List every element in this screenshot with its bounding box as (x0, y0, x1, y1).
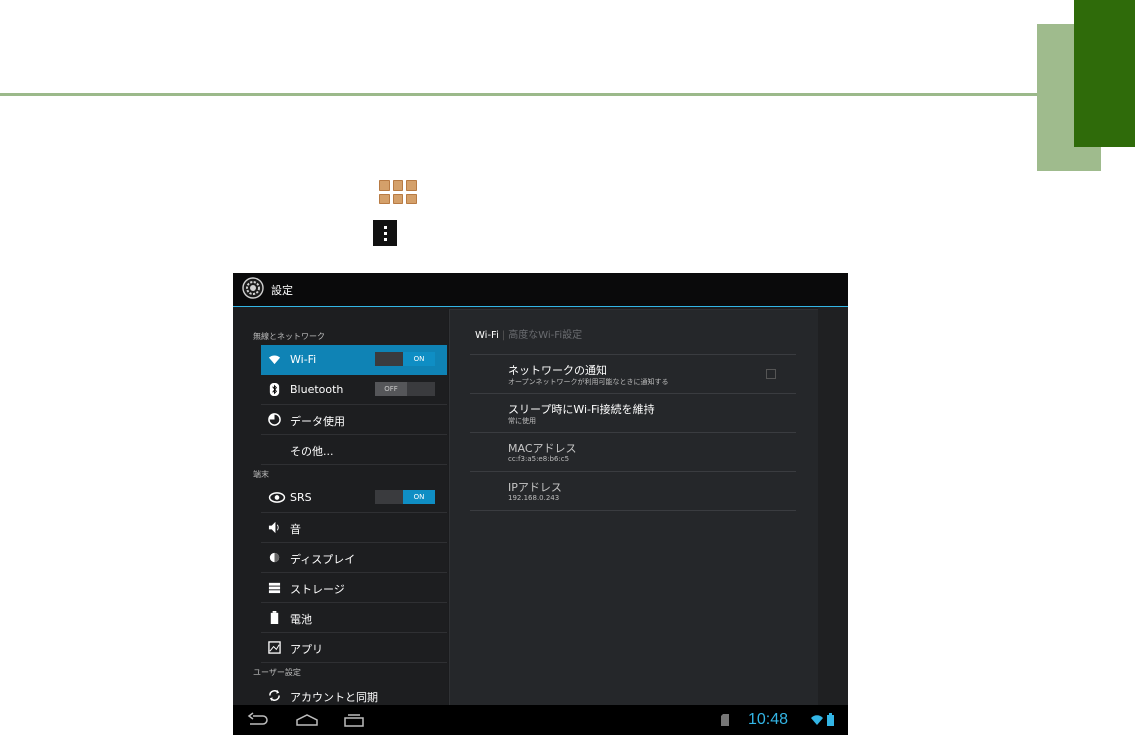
settings-item-storage[interactable]: ストレージ (261, 573, 447, 603)
right-margin-strip (818, 307, 848, 705)
settings-item-label: その他... (290, 445, 334, 458)
settings-item-label: データ使用 (290, 415, 345, 428)
back-icon[interactable] (247, 712, 269, 728)
tab-wifi[interactable]: Wi-Fi (475, 330, 499, 341)
settings-item-label: 電池 (290, 613, 312, 626)
settings-item-label: ディスプレイ (290, 553, 356, 566)
system-nav-bar: 10:48 (233, 705, 848, 735)
pref-summary: 常に使用 (508, 417, 536, 425)
toggle-state: ON (403, 352, 435, 366)
wifi-icon (268, 355, 281, 365)
settings-item-label: Wi-Fi (290, 353, 317, 366)
settings-item-label: アプリ (290, 643, 323, 656)
bluetooth-toggle[interactable]: OFF (375, 382, 435, 396)
settings-item-battery[interactable]: 電池 (261, 603, 447, 633)
settings-item-bluetooth[interactable]: Bluetooth OFF (261, 375, 447, 405)
pref-title: IPアドレス (508, 481, 562, 494)
settings-item-more[interactable]: その他... (261, 435, 447, 465)
settings-item-label: ストレージ (290, 583, 345, 596)
section-header-device: 端末 (253, 470, 269, 479)
pref-summary: オープンネットワークが利用可能なときに通知する (508, 378, 669, 386)
toggle-state: OFF (375, 382, 407, 396)
battery-status-icon (827, 713, 834, 726)
pref-network-notification[interactable]: ネットワークの通知 オープンネットワークが利用可能なときに通知する (470, 354, 796, 393)
decor-tab-dark (1074, 0, 1135, 147)
settings-item-data-usage[interactable]: データ使用 (261, 405, 447, 435)
wifi-detail-pane: Wi-Fi | 高度なWi-Fi設定 ネットワークの通知 オープンネットワークが利用… (449, 309, 819, 707)
apps-icon (268, 641, 281, 654)
apps-grid-icon (379, 180, 417, 204)
pref-mac-address: MACアドレス cc:f3:a5:e8:b6:c5 (470, 432, 796, 471)
pref-title: スリープ時にWi-Fi接続を維持 (508, 403, 655, 416)
sd-card-icon (721, 714, 729, 726)
sync-icon (269, 689, 280, 702)
sound-icon (268, 521, 279, 534)
notification-checkbox[interactable] (766, 369, 776, 379)
pref-ip-address: IPアドレス 192.168.0.243 (470, 471, 796, 511)
settings-item-label: アカウントと同期 (290, 691, 378, 704)
srs-icon (268, 492, 286, 503)
settings-item-srs[interactable]: SRS ON (261, 483, 447, 513)
battery-icon (270, 611, 279, 624)
settings-item-apps[interactable]: アプリ (261, 633, 447, 663)
srs-toggle[interactable]: ON (375, 490, 435, 504)
settings-item-label: Bluetooth (290, 383, 344, 396)
settings-item-display[interactable]: ディスプレイ (261, 543, 447, 573)
display-icon (269, 552, 280, 563)
action-bar: 設定 (233, 273, 848, 307)
overflow-menu-icon (373, 220, 397, 246)
recent-apps-icon[interactable] (343, 712, 365, 728)
wifi-toggle[interactable]: ON (375, 352, 435, 366)
section-header-wireless: 無線とネットワーク (253, 332, 325, 341)
data-usage-icon (268, 413, 281, 426)
pref-title: MACアドレス (508, 442, 577, 455)
settings-gear-icon[interactable] (242, 277, 264, 299)
settings-item-label: SRS (290, 491, 312, 504)
header-divider-line (0, 93, 1040, 96)
settings-item-label: 音 (290, 523, 301, 536)
wifi-signal-icon (811, 715, 823, 725)
storage-icon (268, 582, 281, 594)
section-header-user: ユーザー設定 (253, 668, 301, 677)
status-clock: 10:48 (748, 711, 789, 728)
tab-advanced-wifi[interactable]: 高度なWi-Fi設定 (508, 330, 582, 341)
pref-title: ネットワークの通知 (508, 364, 607, 377)
home-icon[interactable] (295, 712, 319, 728)
action-bar-title: 設定 (271, 284, 293, 297)
tablet-screenshot: 設定 無線とネットワーク Wi-Fi ON Bluetooth OFF データ使… (233, 273, 848, 735)
pref-keep-wifi-sleep[interactable]: スリープ時にWi-Fi接続を維持 常に使用 (470, 393, 796, 432)
pref-summary: 192.168.0.243 (508, 494, 560, 502)
wifi-tabs: Wi-Fi | 高度なWi-Fi設定 (475, 330, 583, 341)
settings-item-sound[interactable]: 音 (261, 513, 447, 543)
toggle-state: ON (403, 490, 435, 504)
bluetooth-icon (269, 383, 280, 396)
settings-item-wifi[interactable]: Wi-Fi ON (261, 345, 447, 375)
settings-list: 無線とネットワーク Wi-Fi ON Bluetooth OFF データ使用 そ… (233, 307, 448, 711)
pref-summary: cc:f3:a5:e8:b6:c5 (508, 455, 570, 463)
